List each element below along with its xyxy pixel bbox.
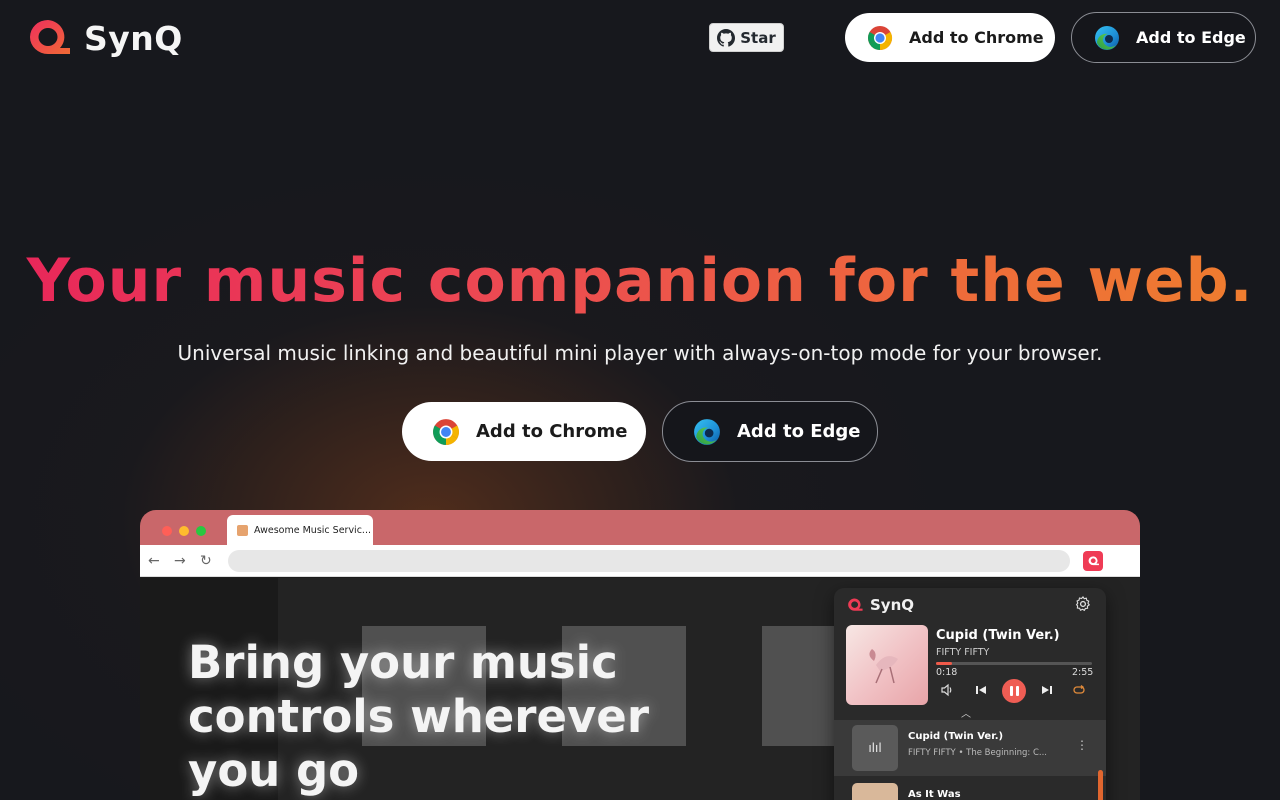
close-dot-icon <box>162 526 172 536</box>
nav-add-to-edge-button[interactable]: Add to Edge <box>1071 12 1256 63</box>
mockup-page: Bring your music controls wherever you g… <box>140 578 1140 800</box>
volume-icon[interactable] <box>940 683 954 697</box>
browser-mockup: Awesome Music Servic... ← → ↻ Bring your… <box>140 510 1140 800</box>
github-icon <box>717 28 736 47</box>
more-icon[interactable]: ⋮ <box>1076 738 1088 752</box>
hero-chrome-label: Add to Chrome <box>476 421 628 442</box>
maximize-dot-icon <box>196 526 206 536</box>
hero-title: Your music companion for the web. <box>0 246 1280 316</box>
progress-bar[interactable] <box>936 662 1092 665</box>
queue-thumbnail <box>852 783 898 800</box>
next-icon[interactable] <box>1040 683 1054 697</box>
chrome-icon <box>433 418 459 445</box>
mockup-tabbar: Awesome Music Servic... <box>140 510 1140 545</box>
synq-logo-icon <box>30 20 70 54</box>
nav-edge-label: Add to Edge <box>1136 28 1246 47</box>
logo[interactable]: SynQ <box>24 16 183 60</box>
hero-add-to-chrome-button[interactable]: Add to Chrome <box>402 402 646 461</box>
hero-add-to-edge-button[interactable]: Add to Edge <box>662 401 878 462</box>
forward-icon: → <box>174 553 186 569</box>
queue-scrollbar[interactable] <box>1098 770 1103 800</box>
queue-item-subtitle: FIFTY FIFTY • The Beginning: C... <box>908 748 1048 758</box>
tab-favicon-icon <box>237 524 248 536</box>
page-decoration <box>762 626 842 746</box>
album-art <box>846 625 928 705</box>
chevron-up-icon[interactable]: ︿ <box>961 705 971 720</box>
nav-add-to-chrome-button[interactable]: Add to Chrome <box>845 13 1055 62</box>
hero-subtitle: Universal music linking and beautiful mi… <box>177 341 1103 365</box>
synq-logo-icon <box>848 598 863 611</box>
github-star-button[interactable]: Star <box>709 23 784 52</box>
synq-extension-icon <box>1083 551 1103 571</box>
reload-icon: ↻ <box>200 553 212 569</box>
chrome-icon <box>868 25 893 50</box>
pause-icon-bar <box>1015 686 1019 696</box>
nav-chrome-label: Add to Chrome <box>909 28 1044 47</box>
queue-item-title: Cupid (Twin Ver.) <box>908 731 1004 742</box>
mockup-toolbar: ← → ↻ <box>140 545 1140 577</box>
time-total: 2:55 <box>1072 667 1094 678</box>
audio-wave-icon: ılıl <box>852 725 898 771</box>
mockup-url-bar <box>228 550 1070 572</box>
time-current: 0:18 <box>936 667 958 678</box>
edge-icon <box>694 418 720 445</box>
mini-player-brand: SynQ <box>870 596 915 614</box>
repeat-icon[interactable] <box>1072 683 1086 697</box>
progress-fill <box>936 662 952 665</box>
top-nav: SynQ Star Add to Chrome Add to Edge <box>0 0 1280 76</box>
mockup-tab: Awesome Music Servic... <box>227 515 373 545</box>
queue-item[interactable]: As It Was <box>834 778 1106 800</box>
queue-item[interactable]: ılıl Cupid (Twin Ver.) FIFTY FIFTY • The… <box>834 720 1106 776</box>
mockup-tab-title: Awesome Music Servic... <box>254 524 371 536</box>
queue-item-title: As It Was <box>908 789 961 800</box>
edge-icon <box>1095 25 1119 50</box>
pause-icon <box>1009 686 1013 696</box>
hero-edge-label: Add to Edge <box>737 421 861 442</box>
mini-player-header: SynQ <box>846 596 914 614</box>
mockup-page-heading: Bring your music controls wherever you g… <box>188 636 650 797</box>
gear-icon[interactable] <box>1074 595 1092 613</box>
track-title: Cupid (Twin Ver.) <box>936 628 1060 643</box>
window-controls <box>162 526 206 536</box>
github-star-label: Star <box>740 28 776 47</box>
minimize-dot-icon <box>179 526 189 536</box>
track-artist: FIFTY FIFTY <box>936 647 990 658</box>
brand-name: SynQ <box>84 18 183 58</box>
pause-button[interactable] <box>1002 679 1026 703</box>
previous-icon[interactable] <box>974 683 988 697</box>
back-icon: ← <box>148 553 160 569</box>
mini-player: SynQ Cupid (Twin Ver.) FIFTY FIFTY 0:18 … <box>834 588 1106 800</box>
